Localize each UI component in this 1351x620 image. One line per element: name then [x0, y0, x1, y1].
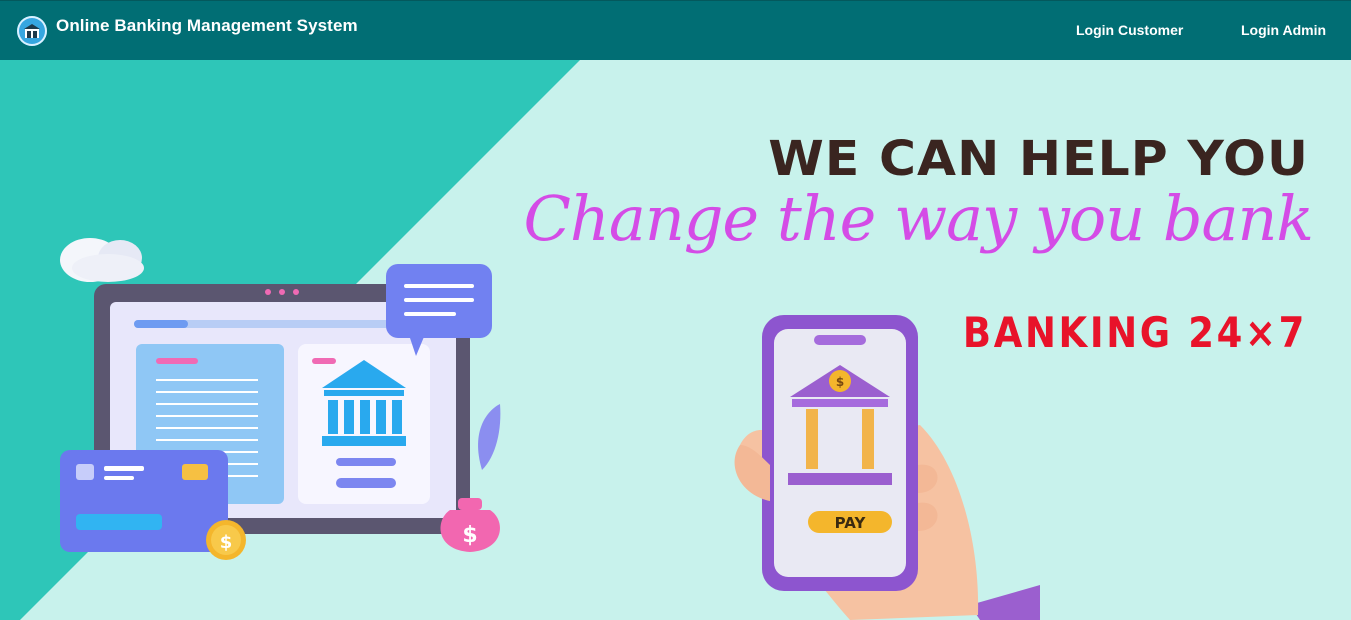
brand-title[interactable]: Online Banking Management System: [56, 16, 358, 36]
hero-tagline: Change the way you bank: [523, 182, 1314, 255]
coin-icon: $: [206, 520, 246, 560]
bank-building-icon[interactable]: [17, 16, 47, 46]
svg-text:$: $: [462, 523, 477, 548]
login-customer-link[interactable]: Login Customer: [1076, 22, 1183, 38]
availability-label: BANKING 24×7: [962, 308, 1307, 357]
cloud-icon: [60, 238, 144, 282]
svg-text:$: $: [220, 532, 233, 553]
online-banking-illustration: $ $: [60, 238, 501, 560]
svg-text:$: $: [836, 375, 844, 389]
hero-banner: $ $ $ PAY WE CAN HELP YOU Change the way…: [0, 60, 1351, 620]
mobile-pay-illustration: $ PAY: [734, 315, 1040, 620]
hero-headline: WE CAN HELP YOU: [768, 131, 1309, 187]
credit-card-icon: [60, 450, 228, 552]
pay-label: PAY: [835, 514, 867, 532]
top-navbar: Online Banking Management System Login C…: [0, 0, 1351, 60]
login-admin-link[interactable]: Login Admin: [1241, 22, 1326, 38]
